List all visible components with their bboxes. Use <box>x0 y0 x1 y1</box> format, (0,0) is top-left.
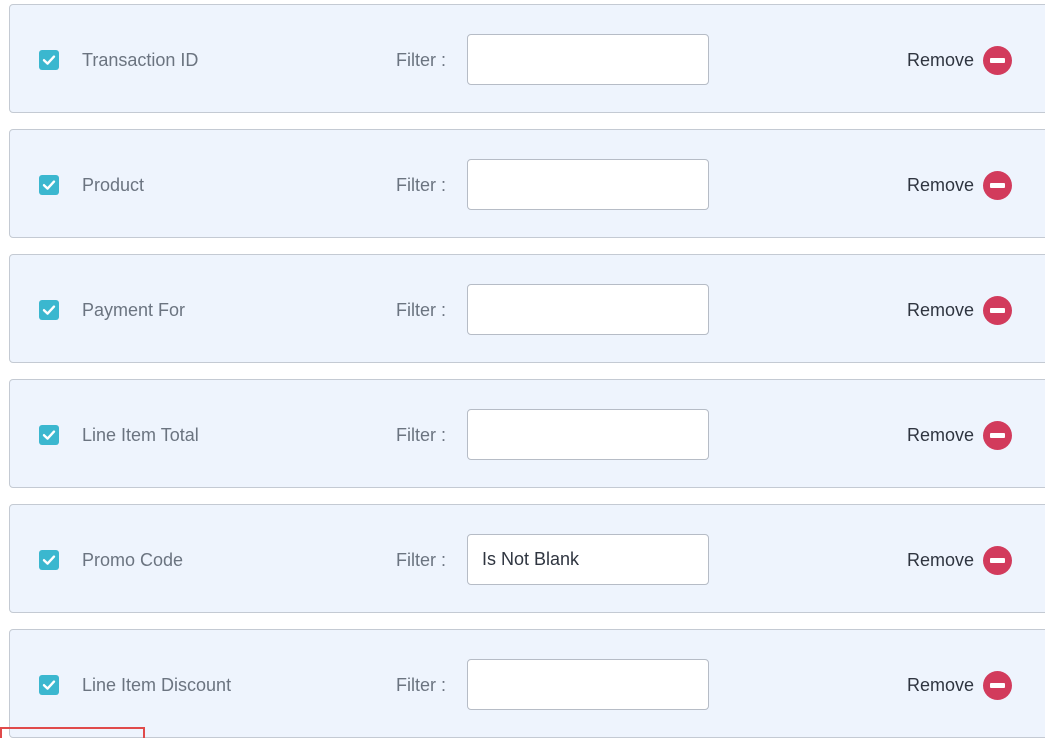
remove-label: Remove <box>907 675 975 695</box>
filter-input[interactable] <box>467 34 709 85</box>
include-checkbox[interactable] <box>39 175 59 195</box>
include-checkbox[interactable] <box>39 550 59 570</box>
filter-label: Filter : <box>396 675 447 695</box>
column-row-product: Product Filter : Remove <box>9 129 1045 238</box>
column-name: Line Item Total <box>82 425 199 445</box>
column-name: Line Item Discount <box>82 675 232 695</box>
check-icon <box>42 680 56 690</box>
column-name: Payment For <box>82 300 186 320</box>
remove-label: Remove <box>907 175 975 195</box>
filter-label: Filter : <box>396 175 447 195</box>
check-icon <box>42 180 56 190</box>
minus-circle-icon[interactable] <box>983 295 1013 325</box>
remove-button[interactable]: Remove <box>907 545 1013 575</box>
column-row-payment-for: Payment For Filter : Remove <box>9 254 1045 363</box>
minus-circle-icon[interactable] <box>983 45 1013 75</box>
filter-input[interactable] <box>467 534 709 585</box>
remove-button[interactable]: Remove <box>907 45 1013 75</box>
filter-input[interactable] <box>467 284 709 335</box>
minus-circle-icon[interactable] <box>983 420 1013 450</box>
check-icon <box>42 430 56 440</box>
include-checkbox[interactable] <box>39 50 59 70</box>
minus-circle-icon[interactable] <box>983 670 1013 700</box>
minus-circle-icon[interactable] <box>983 170 1013 200</box>
column-row-promo-code: Promo Code Filter : Remove <box>9 504 1045 613</box>
include-checkbox[interactable] <box>39 675 59 695</box>
check-icon <box>42 305 56 315</box>
check-icon <box>42 555 56 565</box>
remove-label: Remove <box>907 425 975 445</box>
filter-input[interactable] <box>467 409 709 460</box>
check-icon <box>42 55 56 65</box>
remove-button[interactable]: Remove <box>907 670 1013 700</box>
filter-label: Filter : <box>396 50 447 70</box>
remove-button[interactable]: Remove <box>907 420 1013 450</box>
filter-label: Filter : <box>396 300 447 320</box>
remove-label: Remove <box>907 550 975 570</box>
column-row-line-item-total: Line Item Total Filter : Remove <box>9 379 1045 488</box>
filter-input[interactable] <box>467 659 709 710</box>
remove-label: Remove <box>907 300 975 320</box>
column-name: Promo Code <box>82 550 184 570</box>
minus-circle-icon[interactable] <box>983 545 1013 575</box>
include-checkbox[interactable] <box>39 300 59 320</box>
filter-label: Filter : <box>396 550 447 570</box>
remove-label: Remove <box>907 50 975 70</box>
filter-input[interactable] <box>467 159 709 210</box>
remove-button[interactable]: Remove <box>907 295 1013 325</box>
column-filter-list: Transaction ID Filter : Remove Product F… <box>0 0 1045 738</box>
column-row-line-item-discount: Line Item Discount Filter : Remove <box>9 629 1045 738</box>
column-row-transaction-id: Transaction ID Filter : Remove <box>9 4 1045 113</box>
remove-button[interactable]: Remove <box>907 170 1013 200</box>
filter-label: Filter : <box>396 425 447 445</box>
column-name: Transaction ID <box>82 50 199 70</box>
include-checkbox[interactable] <box>39 425 59 445</box>
column-name: Product <box>82 175 145 195</box>
highlight-box <box>0 727 145 738</box>
